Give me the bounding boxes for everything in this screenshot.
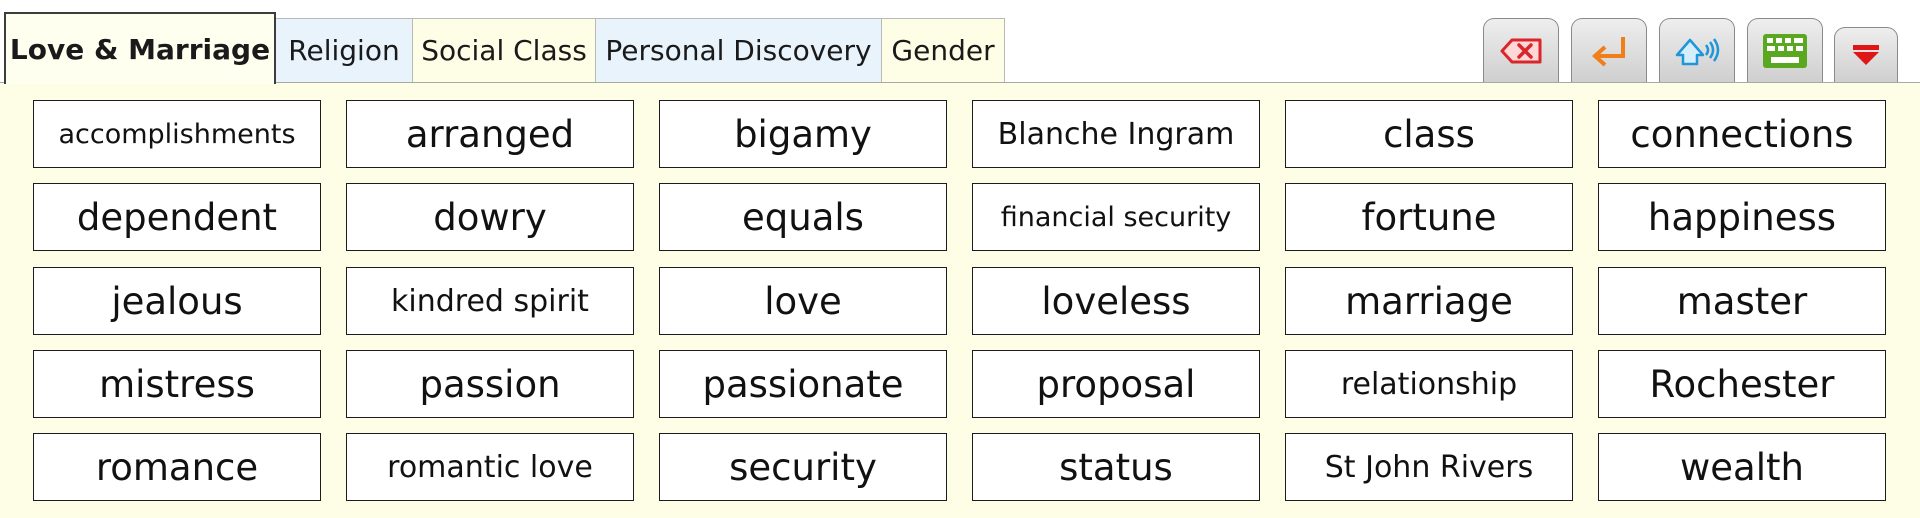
tab-social-class[interactable]: Social Class: [412, 18, 596, 82]
word-button[interactable]: passion: [346, 350, 634, 418]
word-button[interactable]: romantic love: [346, 433, 634, 501]
word-button[interactable]: loveless: [972, 267, 1260, 335]
word-button[interactable]: connections: [1598, 100, 1886, 168]
word-button[interactable]: kindred spirit: [346, 267, 634, 335]
speaker-sound-icon: [1675, 37, 1720, 65]
tab-gender[interactable]: Gender: [881, 18, 1005, 82]
enter-button[interactable]: [1571, 18, 1647, 82]
word-button[interactable]: equals: [659, 183, 947, 251]
word-button[interactable]: St John Rivers: [1285, 433, 1573, 501]
word-button[interactable]: Rochester: [1598, 350, 1886, 418]
enter-return-icon: [1592, 36, 1625, 66]
tab-love-marriage[interactable]: Love & Marriage: [4, 12, 276, 84]
backspace-delete-icon: [1500, 38, 1542, 63]
collapse-button[interactable]: [1834, 27, 1898, 82]
delete-button[interactable]: [1483, 18, 1559, 82]
word-button[interactable]: wealth: [1598, 433, 1886, 501]
keyboard-icon: [1763, 33, 1807, 68]
word-button[interactable]: marriage: [1285, 267, 1573, 335]
word-grid: accomplishments arranged bigamy Blanche …: [0, 83, 1920, 518]
word-button[interactable]: jealous: [33, 267, 321, 335]
tab-religion[interactable]: Religion: [275, 18, 413, 82]
word-button[interactable]: dependent: [33, 183, 321, 251]
word-button[interactable]: romance: [33, 433, 321, 501]
keyboard-button[interactable]: [1747, 18, 1823, 82]
word-button[interactable]: financial security: [972, 183, 1260, 251]
speak-button[interactable]: [1659, 18, 1735, 82]
word-button[interactable]: mistress: [33, 350, 321, 418]
word-button[interactable]: happiness: [1598, 183, 1886, 251]
tab-personal-discovery[interactable]: Personal Discovery: [595, 18, 882, 82]
word-button[interactable]: dowry: [346, 183, 634, 251]
word-button[interactable]: bigamy: [659, 100, 947, 168]
word-button[interactable]: arranged: [346, 100, 634, 168]
word-button[interactable]: Blanche Ingram: [972, 100, 1260, 168]
word-button[interactable]: status: [972, 433, 1260, 501]
word-button[interactable]: accomplishments: [33, 100, 321, 168]
word-button[interactable]: class: [1285, 100, 1573, 168]
word-button[interactable]: master: [1598, 267, 1886, 335]
category-tab-bar: Love & Marriage Religion Social Class Pe…: [0, 0, 1920, 84]
word-button[interactable]: security: [659, 433, 947, 501]
arrow-down-icon: [1853, 45, 1879, 65]
word-button[interactable]: love: [659, 267, 947, 335]
word-button[interactable]: fortune: [1285, 183, 1573, 251]
word-button[interactable]: relationship: [1285, 350, 1573, 418]
word-button[interactable]: proposal: [972, 350, 1260, 418]
word-button[interactable]: passionate: [659, 350, 947, 418]
